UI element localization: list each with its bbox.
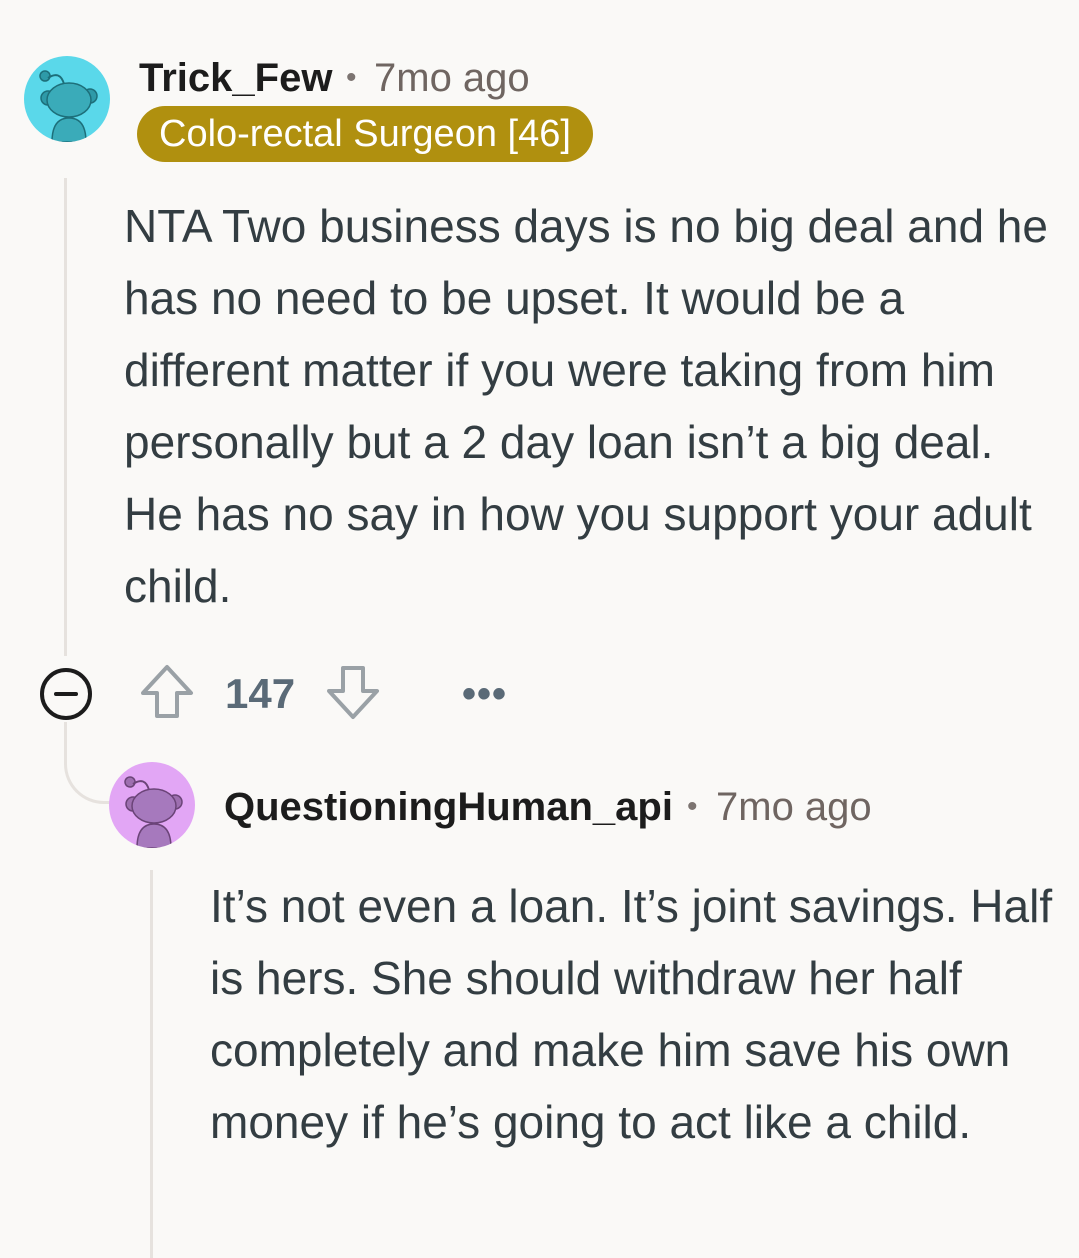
meta-separator: •	[346, 61, 357, 94]
meta-separator: •	[687, 790, 698, 823]
comment-timestamp: 7mo ago	[716, 785, 872, 829]
snoo-avatar-icon	[24, 56, 110, 142]
thread-line	[64, 178, 67, 656]
upvote-button[interactable]	[138, 662, 196, 727]
more-options-button[interactable]: •••	[462, 674, 507, 714]
comment-timestamp: 7mo ago	[374, 56, 530, 100]
avatar[interactable]	[109, 762, 195, 848]
avatar[interactable]	[24, 56, 110, 142]
snoo-avatar-icon	[109, 762, 195, 848]
collapse-thread-button[interactable]	[40, 668, 92, 720]
vote-score: 147	[225, 670, 296, 717]
user-flair: Colo-rectal Surgeon [46]	[137, 106, 593, 162]
downvote-button[interactable]	[324, 662, 382, 727]
thread-line	[150, 870, 153, 1258]
comment-body: It’s not even a loan. It’s joint savings…	[210, 880, 1053, 1148]
comment-author[interactable]: QuestioningHuman_api	[224, 787, 673, 827]
comment-body: NTA Two business days is no big deal and…	[124, 200, 1048, 612]
thread-reply-connector	[64, 722, 110, 804]
downvote-arrow-icon	[327, 666, 379, 719]
upvote-arrow-icon	[141, 665, 193, 718]
comment-author[interactable]: Trick_Few	[139, 58, 332, 98]
